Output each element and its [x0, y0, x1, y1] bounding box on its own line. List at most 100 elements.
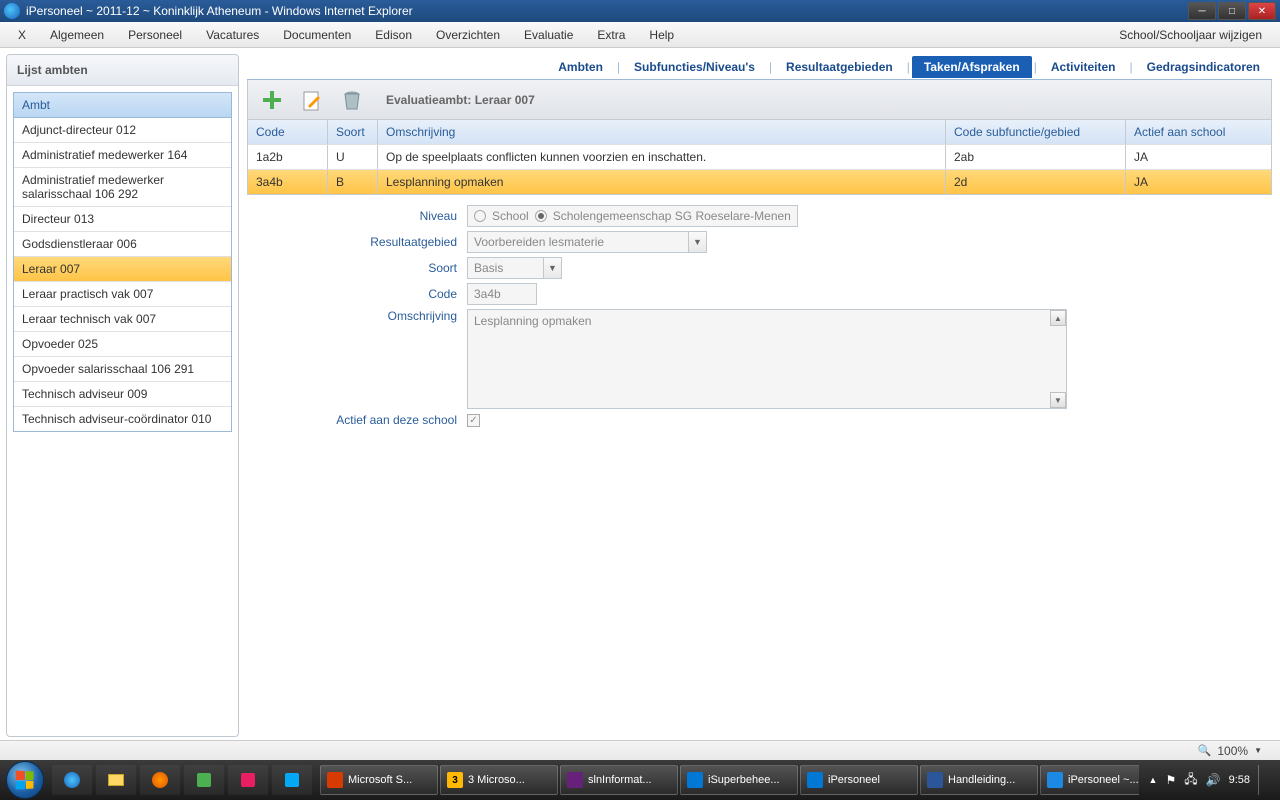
tray-clock[interactable]: 9:58	[1229, 774, 1250, 786]
menu-x[interactable]: X	[6, 24, 38, 46]
taskbar-item-icon	[927, 772, 943, 788]
taskbar-item[interactable]: 33 Microso...	[440, 765, 558, 795]
taskbar-item[interactable]: Microsoft S...	[320, 765, 438, 795]
sidebar-item[interactable]: Technisch adviseur 009	[14, 382, 231, 407]
tray-network-icon[interactable]: 🖧	[1184, 770, 1197, 791]
pinned-app2[interactable]	[228, 765, 268, 795]
sidebar-item[interactable]: Technisch adviseur-coördinator 010	[14, 407, 231, 431]
menu-vacatures[interactable]: Vacatures	[194, 24, 271, 46]
cell-omschr: Op de speelplaats conflicten kunnen voor…	[378, 145, 946, 169]
tabstrip: Ambten|Subfuncties/Niveau's|Resultaatgeb…	[247, 54, 1272, 80]
menu-algemeen[interactable]: Algemeen	[38, 24, 116, 46]
pinned-app1[interactable]	[184, 765, 224, 795]
toolbar-label: Evaluatieambt: Leraar 007	[386, 93, 535, 107]
minimize-button[interactable]: ─	[1188, 2, 1216, 20]
taskbar-item-icon	[1047, 772, 1063, 788]
taskbar-item-label: iPersoneel	[828, 774, 880, 786]
pinned-explorer[interactable]	[96, 765, 136, 795]
taskbar-item-icon	[687, 772, 703, 788]
ambt-list: Ambt Adjunct-directeur 012Administratief…	[13, 92, 232, 432]
tab-activiteiten[interactable]: Activiteiten	[1039, 56, 1128, 78]
taskbar-item[interactable]: Handleiding...	[920, 765, 1038, 795]
label-soort: Soort	[267, 261, 467, 275]
col-header-subfunctie[interactable]: Code subfunctie/gebied	[946, 120, 1126, 144]
show-desktop-button[interactable]	[1258, 765, 1266, 795]
close-button[interactable]: ✕	[1248, 2, 1276, 20]
sidebar-item[interactable]: Opvoeder salarisschaal 106 291	[14, 357, 231, 382]
taskbar-items: Microsoft S... 33 Microso... slnInformat..…	[320, 765, 1139, 795]
tray-volume-icon[interactable]: 🔊	[1206, 773, 1221, 787]
detail-form: Niveau School Scholengemeenschap SG Roes…	[247, 195, 1272, 441]
ie-status-bar: 🔍 100% ▼	[0, 740, 1280, 760]
tab-resultaatgebieden[interactable]: Resultaatgebieden	[774, 56, 905, 78]
window-buttons: ─ □ ✕	[1186, 2, 1276, 20]
taskbar-item[interactable]: slnInformat...	[560, 765, 678, 795]
pinned-ie[interactable]	[52, 765, 92, 795]
sidebar-item[interactable]: Opvoeder 025	[14, 332, 231, 357]
content-area: Ambten|Subfuncties/Niveau's|Resultaatgeb…	[245, 48, 1280, 760]
menu-documenten[interactable]: Documenten	[271, 24, 363, 46]
sidebar-item[interactable]: Leraar technisch vak 007	[14, 307, 231, 332]
taskbar-item[interactable]: iPersoneel ~...	[1040, 765, 1139, 795]
zoom-level[interactable]: 100%	[1217, 744, 1248, 758]
menubar: X Algemeen Personeel Vacatures Documente…	[0, 22, 1280, 48]
menu-change-school[interactable]: School/Schooljaar wijzigen	[1107, 24, 1274, 46]
sidebar-item[interactable]: Leraar practisch vak 007	[14, 282, 231, 307]
taskbar-item[interactable]: iSuperbehee...	[680, 765, 798, 795]
edit-button[interactable]	[298, 86, 326, 114]
sidebar: Lijst ambten Ambt Adjunct-directeur 012A…	[0, 48, 245, 760]
sidebar-item[interactable]: Godsdienstleraar 006	[14, 232, 231, 257]
sidebar-item[interactable]: Directeur 013	[14, 207, 231, 232]
col-header-omschrijving[interactable]: Omschrijving	[378, 120, 946, 144]
tray-flag-icon[interactable]: ⚑	[1165, 773, 1176, 787]
label-code: Code	[267, 287, 467, 301]
checkbox-actief: ✓	[467, 414, 480, 427]
ambt-list-header[interactable]: Ambt	[14, 93, 231, 118]
grid-header: Code Soort Omschrijving Code subfunctie/…	[248, 120, 1271, 144]
table-row[interactable]: 3a4bBLesplanning opmaken2dJA	[248, 169, 1271, 194]
table-row[interactable]: 1a2bUOp de speelplaats conflicten kunnen…	[248, 144, 1271, 169]
tab-gedragsindicatoren[interactable]: Gedragsindicatoren	[1135, 56, 1272, 78]
tab-subfuncties-niveau-s[interactable]: Subfuncties/Niveau's	[622, 56, 767, 78]
sidebar-item[interactable]: Administratief medewerker salarisschaal …	[14, 168, 231, 207]
menu-help[interactable]: Help	[637, 24, 686, 46]
menu-extra[interactable]: Extra	[585, 24, 637, 46]
col-header-actief[interactable]: Actief aan school	[1126, 120, 1271, 144]
sidebar-item[interactable]: Administratief medewerker 164	[14, 143, 231, 168]
sidebar-item[interactable]: Adjunct-directeur 012	[14, 118, 231, 143]
col-header-code[interactable]: Code	[248, 120, 328, 144]
zoom-dropdown-icon[interactable]: ▼	[1254, 746, 1262, 755]
sidebar-item[interactable]: Leraar 007	[14, 257, 231, 282]
col-header-soort[interactable]: Soort	[328, 120, 378, 144]
cell-actief: JA	[1126, 170, 1271, 194]
tray-show-hidden-icon[interactable]: ▲	[1149, 775, 1158, 785]
taskbar: Microsoft S... 33 Microso... slnInformat..…	[0, 760, 1280, 800]
taskbar-item-label: Microsoft S...	[348, 774, 412, 786]
tab-taken-afspraken[interactable]: Taken/Afspraken	[912, 56, 1032, 78]
select-soort: Basis ▼	[467, 257, 562, 279]
select-resultaatgebied: Voorbereiden lesmaterie ▼	[467, 231, 707, 253]
label-omschrijving: Omschrijving	[267, 309, 467, 323]
sidebar-title: Lijst ambten	[7, 55, 238, 86]
tab-ambten[interactable]: Ambten	[546, 56, 615, 78]
taskbar-item-icon: 3	[447, 772, 463, 788]
add-button[interactable]	[258, 86, 286, 114]
start-button[interactable]	[6, 761, 44, 799]
taskbar-item[interactable]: iPersoneel	[800, 765, 918, 795]
toolbar: Evaluatieambt: Leraar 007	[247, 80, 1272, 120]
textarea-omschrijving: Lesplanning opmaken ▲ ▼	[467, 309, 1067, 409]
menu-personeel[interactable]: Personeel	[116, 24, 194, 46]
window-title: iPersoneel ~ 2011-12 ~ Koninklijk Athene…	[26, 4, 1186, 18]
input-code: 3a4b	[467, 283, 537, 305]
delete-button[interactable]	[338, 86, 366, 114]
taskbar-item-label: slnInformat...	[588, 774, 652, 786]
pinned-media[interactable]	[140, 765, 180, 795]
maximize-button[interactable]: □	[1218, 2, 1246, 20]
menu-evaluatie[interactable]: Evaluatie	[512, 24, 585, 46]
window-titlebar: iPersoneel ~ 2011-12 ~ Koninklijk Athene…	[0, 0, 1280, 22]
menu-edison[interactable]: Edison	[363, 24, 424, 46]
pinned-app3[interactable]	[272, 765, 312, 795]
zoom-icon: 🔍	[1198, 744, 1212, 757]
label-actief: Actief aan deze school	[267, 413, 467, 427]
menu-overzichten[interactable]: Overzichten	[424, 24, 512, 46]
